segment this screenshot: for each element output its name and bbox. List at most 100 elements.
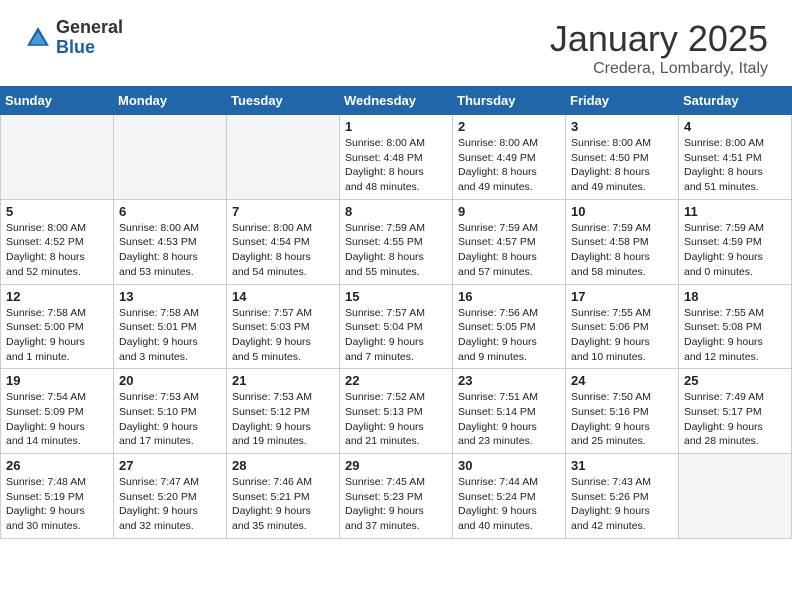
day-number: 28 xyxy=(232,458,334,473)
day-info: Sunrise: 7:51 AM Sunset: 5:14 PM Dayligh… xyxy=(458,390,560,449)
calendar-cell: 8 Sunrise: 7:59 AM Sunset: 4:55 PM Daylig… xyxy=(340,199,453,284)
weekday-header-tuesday: Tuesday xyxy=(227,87,340,115)
calendar-cell: 25 Sunrise: 7:49 AM Sunset: 5:17 PM Dayli… xyxy=(679,369,792,454)
day-number: 4 xyxy=(684,119,786,134)
calendar-table: SundayMondayTuesdayWednesdayThursdayFrid… xyxy=(0,86,792,539)
day-number: 10 xyxy=(571,204,673,219)
day-info: Sunrise: 7:45 AM Sunset: 5:23 PM Dayligh… xyxy=(345,475,447,534)
day-info: Sunrise: 7:55 AM Sunset: 5:06 PM Dayligh… xyxy=(571,306,673,365)
day-number: 2 xyxy=(458,119,560,134)
calendar-cell: 21Sunrise: 7:53 AM Sunset: 5:12 PM Dayli… xyxy=(227,369,340,454)
calendar-header: SundayMondayTuesdayWednesdayThursdayFrid… xyxy=(1,87,792,115)
day-info: Sunrise: 7:46 AM Sunset: 5:21 PM Dayligh… xyxy=(232,475,334,534)
day-number: 18 xyxy=(684,289,786,304)
calendar-cell: 28 Sunrise: 7:46 AM Sunset: 5:21 PM Dayli… xyxy=(227,454,340,539)
day-info: Sunrise: 7:49 AM Sunset: 5:17 PM Dayligh… xyxy=(684,390,786,449)
weekday-header-wednesday: Wednesday xyxy=(340,87,453,115)
day-number: 26 xyxy=(6,458,108,473)
day-info: Sunrise: 7:48 AM Sunset: 5:19 PM Dayligh… xyxy=(6,475,108,534)
calendar-cell: 31Sunrise: 7:43 AM Sunset: 5:26 PM Dayli… xyxy=(566,454,679,539)
day-info: Sunrise: 7:59 AM Sunset: 4:59 PM Dayligh… xyxy=(684,221,786,280)
calendar-week-3: 12 Sunrise: 7:58 AM Sunset: 5:00 PM Dayli… xyxy=(1,284,792,369)
day-info: Sunrise: 7:52 AM Sunset: 5:13 PM Dayligh… xyxy=(345,390,447,449)
calendar-week-2: 5 Sunrise: 8:00 AM Sunset: 4:52 PM Daylig… xyxy=(1,199,792,284)
weekday-row: SundayMondayTuesdayWednesdayThursdayFrid… xyxy=(1,87,792,115)
day-number: 22 xyxy=(345,373,447,388)
logo: General Blue xyxy=(24,18,123,58)
day-number: 6 xyxy=(119,204,221,219)
calendar-cell: 12 Sunrise: 7:58 AM Sunset: 5:00 PM Dayli… xyxy=(1,284,114,369)
calendar-cell: 10 Sunrise: 7:59 AM Sunset: 4:58 PM Dayli… xyxy=(566,199,679,284)
day-number: 11 xyxy=(684,204,786,219)
calendar-cell: 22 Sunrise: 7:52 AM Sunset: 5:13 PM Dayli… xyxy=(340,369,453,454)
day-info: Sunrise: 8:00 AM Sunset: 4:51 PM Dayligh… xyxy=(684,136,786,195)
day-number: 25 xyxy=(684,373,786,388)
day-info: Sunrise: 7:55 AM Sunset: 5:08 PM Dayligh… xyxy=(684,306,786,365)
day-number: 7 xyxy=(232,204,334,219)
page-header: General Blue January 2025 Credera, Lomba… xyxy=(0,0,792,86)
calendar-cell: 15 Sunrise: 7:57 AM Sunset: 5:04 PM Dayli… xyxy=(340,284,453,369)
day-number: 21 xyxy=(232,373,334,388)
day-info: Sunrise: 7:50 AM Sunset: 5:16 PM Dayligh… xyxy=(571,390,673,449)
calendar-cell: 3 Sunrise: 8:00 AM Sunset: 4:50 PM Daylig… xyxy=(566,115,679,200)
day-number: 1 xyxy=(345,119,447,134)
day-info: Sunrise: 8:00 AM Sunset: 4:48 PM Dayligh… xyxy=(345,136,447,195)
day-number: 17 xyxy=(571,289,673,304)
calendar-cell: 14Sunrise: 7:57 AM Sunset: 5:03 PM Dayli… xyxy=(227,284,340,369)
weekday-header-thursday: Thursday xyxy=(453,87,566,115)
calendar-cell xyxy=(679,454,792,539)
day-number: 30 xyxy=(458,458,560,473)
calendar-cell: 9 Sunrise: 7:59 AM Sunset: 4:57 PM Daylig… xyxy=(453,199,566,284)
calendar-week-5: 26 Sunrise: 7:48 AM Sunset: 5:19 PM Dayli… xyxy=(1,454,792,539)
day-number: 13 xyxy=(119,289,221,304)
logo-icon xyxy=(24,24,52,52)
day-number: 31 xyxy=(571,458,673,473)
day-number: 24 xyxy=(571,373,673,388)
day-info: Sunrise: 7:44 AM Sunset: 5:24 PM Dayligh… xyxy=(458,475,560,534)
calendar-cell: 29 Sunrise: 7:45 AM Sunset: 5:23 PM Dayli… xyxy=(340,454,453,539)
calendar-cell: 20 Sunrise: 7:53 AM Sunset: 5:10 PM Dayli… xyxy=(114,369,227,454)
calendar-body: 1 Sunrise: 8:00 AM Sunset: 4:48 PM Daylig… xyxy=(1,115,792,539)
day-number: 12 xyxy=(6,289,108,304)
calendar-cell: 11 Sunrise: 7:59 AM Sunset: 4:59 PM Dayli… xyxy=(679,199,792,284)
calendar-cell: 2Sunrise: 8:00 AM Sunset: 4:49 PM Daylig… xyxy=(453,115,566,200)
weekday-header-monday: Monday xyxy=(114,87,227,115)
day-number: 20 xyxy=(119,373,221,388)
calendar-cell xyxy=(1,115,114,200)
day-info: Sunrise: 7:58 AM Sunset: 5:00 PM Dayligh… xyxy=(6,306,108,365)
calendar-cell: 7Sunrise: 8:00 AM Sunset: 4:54 PM Daylig… xyxy=(227,199,340,284)
weekday-header-sunday: Sunday xyxy=(1,87,114,115)
day-number: 23 xyxy=(458,373,560,388)
day-number: 27 xyxy=(119,458,221,473)
calendar-title-block: January 2025 Credera, Lombardy, Italy xyxy=(550,18,768,78)
calendar-week-1: 1 Sunrise: 8:00 AM Sunset: 4:48 PM Daylig… xyxy=(1,115,792,200)
day-info: Sunrise: 8:00 AM Sunset: 4:52 PM Dayligh… xyxy=(6,221,108,280)
logo-text: General Blue xyxy=(56,18,123,58)
calendar-cell: 30 Sunrise: 7:44 AM Sunset: 5:24 PM Dayli… xyxy=(453,454,566,539)
day-number: 15 xyxy=(345,289,447,304)
calendar-cell: 17 Sunrise: 7:55 AM Sunset: 5:06 PM Dayli… xyxy=(566,284,679,369)
calendar-title: January 2025 xyxy=(550,18,768,60)
day-info: Sunrise: 7:57 AM Sunset: 5:03 PM Dayligh… xyxy=(232,306,334,365)
logo-general: General xyxy=(56,18,123,38)
calendar-cell: 4 Sunrise: 8:00 AM Sunset: 4:51 PM Daylig… xyxy=(679,115,792,200)
day-info: Sunrise: 7:59 AM Sunset: 4:57 PM Dayligh… xyxy=(458,221,560,280)
calendar-cell: 16 Sunrise: 7:56 AM Sunset: 5:05 PM Dayli… xyxy=(453,284,566,369)
calendar-cell xyxy=(114,115,227,200)
day-info: Sunrise: 8:00 AM Sunset: 4:50 PM Dayligh… xyxy=(571,136,673,195)
day-number: 9 xyxy=(458,204,560,219)
calendar-cell: 26 Sunrise: 7:48 AM Sunset: 5:19 PM Dayli… xyxy=(1,454,114,539)
day-number: 16 xyxy=(458,289,560,304)
day-info: Sunrise: 7:59 AM Sunset: 4:55 PM Dayligh… xyxy=(345,221,447,280)
day-info: Sunrise: 7:47 AM Sunset: 5:20 PM Dayligh… xyxy=(119,475,221,534)
day-number: 3 xyxy=(571,119,673,134)
day-info: Sunrise: 7:56 AM Sunset: 5:05 PM Dayligh… xyxy=(458,306,560,365)
day-info: Sunrise: 7:53 AM Sunset: 5:10 PM Dayligh… xyxy=(119,390,221,449)
day-info: Sunrise: 8:00 AM Sunset: 4:53 PM Dayligh… xyxy=(119,221,221,280)
day-info: Sunrise: 7:59 AM Sunset: 4:58 PM Dayligh… xyxy=(571,221,673,280)
day-number: 29 xyxy=(345,458,447,473)
day-info: Sunrise: 7:57 AM Sunset: 5:04 PM Dayligh… xyxy=(345,306,447,365)
calendar-subtitle: Credera, Lombardy, Italy xyxy=(550,60,768,78)
day-number: 5 xyxy=(6,204,108,219)
day-number: 8 xyxy=(345,204,447,219)
